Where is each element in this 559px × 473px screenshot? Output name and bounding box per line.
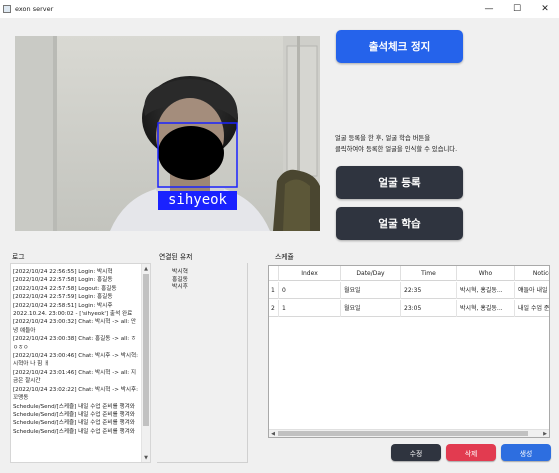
date-day-cell[interactable]: 월요일 [341, 282, 401, 299]
log-text: [2022/10/24 22:56:55] Login: 박시혁 [2022/10… [13, 268, 141, 436]
log-line: [2022/10/24 22:57:58] Login: 홍길동 [13, 277, 113, 284]
time-cell[interactable]: 22:35 [401, 282, 457, 299]
notice-cell[interactable]: 얘들아 내일 수... [515, 282, 549, 299]
scroll-right-arrow-icon[interactable]: ▶ [541, 430, 549, 437]
scroll-down-arrow-icon[interactable]: ▼ [142, 453, 150, 462]
column-header-notice[interactable]: Notice [515, 266, 549, 281]
face-register-instructions: 얼굴 등록을 한 후, 얼굴 학습 버튼을 클릭하여야 등록한 얼굴을 인식할 … [335, 133, 535, 155]
row-number-header [269, 266, 279, 281]
date-day-cell[interactable]: 월요일 [341, 300, 401, 317]
camera-feed: sihyeok [15, 36, 320, 231]
who-cell[interactable]: 박시혁, 홍길동... [457, 300, 515, 317]
log-line: [2022/10/24 23:02:22] Chat: 박시혁 -> 박시후: … [13, 386, 140, 402]
minimize-button[interactable]: — [475, 0, 503, 18]
row-number-cell[interactable]: 1 [269, 282, 279, 299]
log-line: [2022/10/24 22:57:58] Logout: 홍길동 [13, 285, 117, 292]
log-line: [2022/10/24 23:00:46] Chat: 박시후 -> 박시혁: … [13, 353, 140, 368]
log-line: [2022/10/24 23:00:32] Chat: 박시혁 -> all: … [13, 319, 137, 334]
index-cell[interactable]: 1 [279, 300, 341, 317]
face-train-button[interactable]: 얼굴 학습 [336, 207, 463, 240]
window-title: exon server [15, 5, 54, 13]
window-controls: — ☐ ✕ [475, 0, 559, 18]
edit-button[interactable]: 수정 [391, 444, 441, 461]
log-label: 로그 [12, 253, 25, 261]
create-button[interactable]: 생성 [501, 444, 551, 461]
index-cell[interactable]: 0 [279, 282, 341, 299]
log-line: [2022/10/24 23:01:46] Chat: 박시혁 -> all: … [13, 369, 137, 385]
log-line: Schedule/Send/[스케쥴] 내일 수업 준비를 챙겨와 [13, 428, 135, 435]
connected-users-panel: 박시혁 홍길동 박시후 [157, 263, 248, 463]
schedule-scroll-thumb[interactable] [278, 431, 528, 436]
delete-button[interactable]: 삭제 [446, 444, 496, 461]
close-button[interactable]: ✕ [531, 0, 559, 18]
log-line: [2022/10/24 22:56:55] Login: 박시혁 [13, 269, 113, 275]
log-scroll-thumb[interactable] [143, 274, 149, 426]
instruction-line-2: 클릭하여야 등록한 얼굴을 인식할 수 있습니다. [335, 146, 458, 153]
row-number-cell[interactable]: 2 [269, 300, 279, 317]
log-panel[interactable]: [2022/10/24 22:56:55] Login: 박시혁 [2022/10… [10, 263, 151, 463]
users-list: 박시혁 홍길동 박시후 [157, 263, 247, 292]
column-header-who[interactable]: Who [457, 266, 515, 281]
log-line: [2022/10/24 23:00:38] Chat: 홍길동 -> all: … [13, 336, 137, 351]
log-line: [2022/10/24 22:58:51] Login: 박시후 [13, 302, 113, 309]
table-row[interactable]: 21월요일23:05박시혁, 홍길동...내일 수업 준비... [269, 300, 549, 317]
title-bar: exon server — ☐ ✕ [0, 0, 559, 18]
who-cell[interactable]: 박시혁, 홍길동... [457, 282, 515, 299]
table-row[interactable]: 10월요일22:35박시혁, 홍길동...얘들아 내일 수... [269, 282, 549, 299]
attendance-stop-button[interactable]: 출석체크 정지 [336, 30, 463, 63]
scroll-left-arrow-icon[interactable]: ◀ [269, 430, 277, 437]
column-header-time[interactable]: Time [401, 266, 457, 281]
time-cell[interactable]: 23:05 [401, 300, 457, 317]
column-header-date-day[interactable]: Date/Day [341, 266, 401, 281]
log-line: Schedule/Send/[스케쥴] 내일 수업 준비를 챙겨와 [13, 403, 135, 410]
app-icon [3, 5, 11, 13]
log-line: Schedule/Send/[스케쥴] 내일 수업 준비를 챙겨와 [13, 420, 135, 427]
column-header-index[interactable]: Index [279, 266, 341, 281]
detected-name-label: sihyeok [158, 191, 237, 210]
scroll-up-arrow-icon[interactable]: ▲ [142, 264, 150, 273]
log-line: Schedule/Send/[스케쥴] 내일 수업 준비를 챙겨와 [13, 411, 135, 418]
schedule-table-header: Index Date/Day Time Who Notice [269, 266, 549, 281]
face-register-button[interactable]: 얼굴 등록 [336, 166, 463, 199]
connected-users-label: 연결된 유저 [159, 253, 193, 261]
schedule-horizontal-scrollbar[interactable]: ◀ ▶ [269, 429, 549, 437]
log-line: [2022/10/24 22:57:59] Login: 홍길동 [13, 294, 113, 301]
instruction-line-1: 얼굴 등록을 한 후, 얼굴 학습 버튼을 [335, 135, 431, 142]
log-scrollbar[interactable]: ▲ ▼ [141, 264, 150, 462]
notice-cell[interactable]: 내일 수업 준비... [515, 300, 549, 317]
schedule-table[interactable]: Index Date/Day Time Who Notice 10월요일22:3… [268, 265, 550, 438]
log-line: 2022.10.24. 23:00:02 - ['sihyeok'] 출석 완료 [13, 311, 133, 318]
connected-user-item[interactable]: 홍길동 [157, 277, 247, 285]
schedule-label: 스케쥴 [275, 253, 294, 261]
connected-user-item[interactable]: 박시후 [157, 284, 247, 292]
connected-user-item[interactable]: 박시혁 [157, 269, 247, 277]
maximize-button[interactable]: ☐ [503, 0, 531, 18]
